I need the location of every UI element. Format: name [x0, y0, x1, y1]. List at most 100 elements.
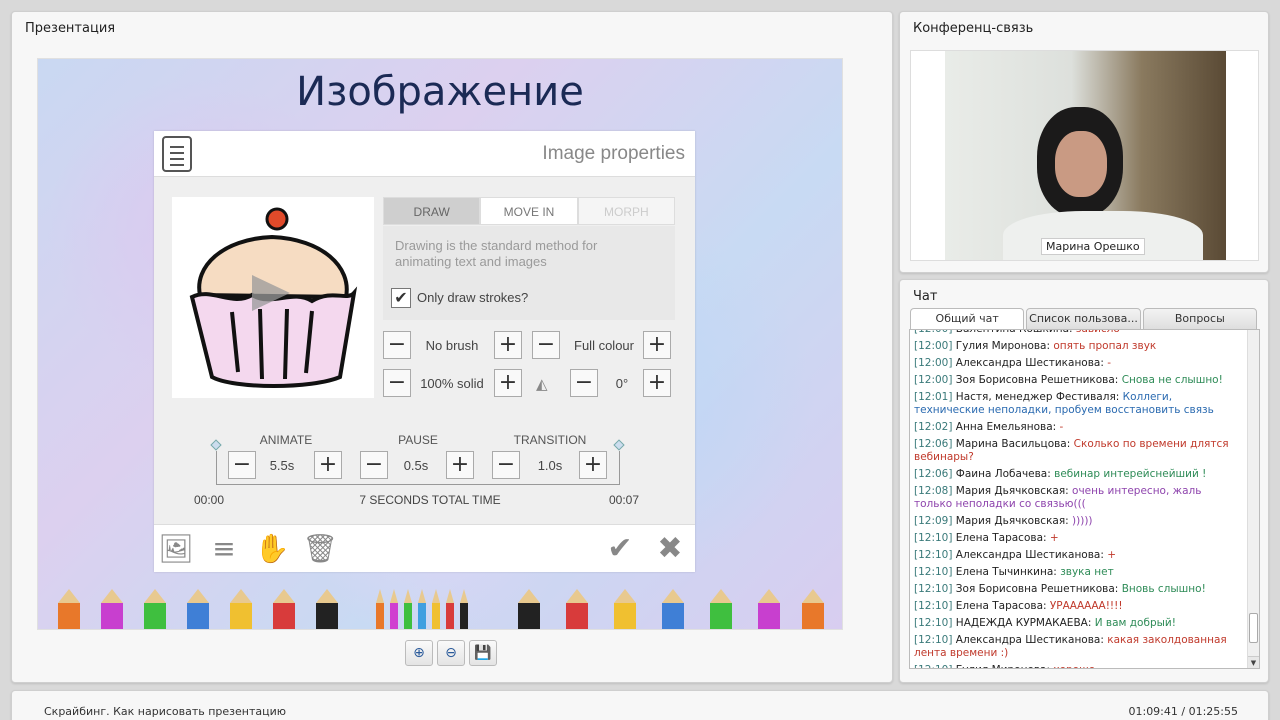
zoom-in-icon[interactable]: ⊕	[405, 640, 433, 666]
chat-message-text: )))))	[1072, 515, 1093, 527]
dialog-header: Image properties	[154, 131, 695, 177]
chat-message-time: [12:06]	[914, 438, 953, 450]
pencil-icon	[187, 589, 209, 629]
chat-message-time: [12:10]	[914, 566, 953, 578]
chat-message-time: [12:00]	[914, 329, 953, 335]
chat-messages[interactable]: [12:00] Валентина Кошкина: зависло [12:00…	[909, 329, 1260, 669]
pencil-icon	[710, 589, 732, 629]
close-icon[interactable]: ✖	[652, 531, 688, 567]
animate-value: 5.5s	[269, 458, 295, 473]
chat-message-author: НАДЕЖДА КУРМАКАЕВА:	[955, 617, 1092, 629]
pencil-icon	[566, 589, 588, 629]
pencil-icon	[404, 589, 412, 629]
brush-increase-button[interactable]: +	[494, 331, 522, 359]
opacity-label: 100% solid	[420, 376, 484, 391]
angle-increase-button[interactable]: +	[643, 369, 671, 397]
transition-decrease-button[interactable]: −	[492, 451, 520, 479]
presentation-panel: Презентация Изображение Image properties	[11, 11, 893, 683]
tab-user-list[interactable]: Список пользова...	[1026, 308, 1141, 330]
chat-message: [12:10] НАДЕЖДА КУРМАКАЕВА: И вам добрый…	[910, 615, 1246, 632]
mode-tabs: DRAW MOVE IN MORPH	[383, 197, 675, 225]
chat-panel-title: Чат	[913, 289, 938, 304]
tab-morph[interactable]: MORPH	[577, 197, 675, 225]
opacity-decrease-button[interactable]: −	[383, 369, 411, 397]
chat-message-text: опять пропал звук	[1053, 340, 1157, 352]
camera-name-label: Марина Орешко	[1041, 238, 1145, 255]
check-icon[interactable]: ✔	[602, 531, 638, 567]
only-draw-strokes-checkbox[interactable]: ✔	[391, 288, 411, 308]
chat-scrollbar-thumb[interactable]	[1249, 613, 1258, 643]
chat-panel: Чат Общий чат Список пользова... Вопросы…	[899, 279, 1269, 683]
tab-move-in[interactable]: MOVE IN	[480, 197, 578, 225]
save-icon[interactable]: 💾	[469, 640, 497, 666]
webinar-title: Скрайбинг. Как нарисовать презентацию	[44, 705, 287, 718]
trash-icon[interactable]: 🗑	[302, 531, 338, 567]
chat-message-time: [12:10]	[914, 600, 953, 612]
timeline-end-handle[interactable]	[613, 439, 625, 451]
pencil-icon	[432, 589, 440, 629]
pause-label: PAUSE	[398, 433, 438, 447]
chat-message: [12:10] Гулия Миронова: хорошо	[910, 662, 1246, 668]
opacity-increase-button[interactable]: +	[494, 369, 522, 397]
text-lines-icon[interactable]: ≡	[206, 531, 242, 567]
chat-message-time: [12:06]	[914, 468, 953, 480]
animate-increase-button[interactable]: +	[314, 451, 342, 479]
chat-message-time: [12:00]	[914, 340, 953, 352]
animate-decrease-button[interactable]: −	[228, 451, 256, 479]
conference-panel-title: Конференц-связь	[913, 21, 1034, 36]
chat-message-time: [12:10]	[914, 583, 953, 595]
chat-message: [12:00] Гулия Миронова: опять пропал зву…	[910, 338, 1246, 355]
slide-title: Изображение	[296, 69, 584, 115]
chat-message: [12:00] Валентина Кошкина: зависло	[910, 329, 1246, 338]
pencil-icon	[460, 589, 468, 629]
scroll-down-icon[interactable]: ▼	[1248, 656, 1259, 668]
tab-draw[interactable]: DRAW	[383, 197, 481, 225]
hand-icon[interactable]: ✋	[254, 531, 290, 567]
transition-label: TRANSITION	[513, 433, 587, 447]
brush-decrease-button[interactable]: −	[383, 331, 411, 359]
transition-increase-button[interactable]: +	[579, 451, 607, 479]
chat-message: [12:02] Анна Емельянова: -	[910, 419, 1246, 436]
tab-general-chat[interactable]: Общий чат	[910, 308, 1025, 330]
slide-toolbar: ⊕ ⊖ 💾	[405, 640, 497, 666]
transition-value: 1.0s	[537, 458, 563, 473]
chat-message-text: Снова не слышно!	[1121, 374, 1223, 386]
draw-settings-box: Drawing is the standard method for anima…	[383, 226, 675, 320]
pause-increase-button[interactable]: +	[446, 451, 474, 479]
zoom-out-icon[interactable]: ⊖	[437, 640, 465, 666]
chat-message: [12:08] Мария Дьячковская: очень интерес…	[910, 483, 1246, 513]
chat-message-author: Гулия Миронова:	[956, 664, 1050, 668]
colour-increase-button[interactable]: +	[643, 331, 671, 359]
pause-decrease-button[interactable]: −	[360, 451, 388, 479]
angle-decrease-button[interactable]: −	[570, 369, 598, 397]
chat-message-author: Зоя Борисовна Решетникова:	[955, 374, 1119, 386]
colour-decrease-button[interactable]: −	[532, 331, 560, 359]
pencil-icon	[316, 589, 338, 629]
angle-label: 0°	[615, 376, 629, 391]
chat-message: [12:00] Зоя Борисовна Решетникова: Снова…	[910, 372, 1246, 389]
playback-time: 01:09:41 / 01:25:55	[1128, 705, 1238, 718]
webcam-video[interactable]: Марина Орешко	[945, 51, 1226, 260]
chat-message-author: Мария Дьячковская:	[955, 515, 1069, 527]
chat-message-time: [12:08]	[914, 485, 953, 497]
image-properties-dialog: Image properties DRAW MOVE IN MORPH Draw…	[154, 131, 695, 572]
timeline-start-time: 00:00	[194, 493, 225, 507]
chat-tabs: Общий чат Список пользова... Вопросы	[910, 308, 1259, 330]
chat-message-author: Гулия Миронова:	[955, 340, 1051, 352]
chat-message-text: УРАААААА!!!!	[1049, 600, 1123, 612]
pencil-icon	[390, 589, 398, 629]
chat-message-author: Зоя Борисовна Решетникова:	[955, 583, 1119, 595]
chat-message-author: Фаина Лобачева:	[955, 468, 1051, 480]
pencil-icon	[273, 589, 295, 629]
chat-message: [12:09] Мария Дьячковская: )))))	[910, 513, 1246, 530]
document-icon[interactable]	[162, 136, 192, 172]
tab-questions[interactable]: Вопросы	[1142, 308, 1257, 330]
timeline-start-handle[interactable]	[210, 439, 222, 451]
image-icon[interactable]: 🖼	[158, 531, 194, 567]
chat-message-text: звука нет	[1060, 566, 1114, 578]
pencil-icon	[758, 589, 780, 629]
chat-message-time: [12:01]	[914, 391, 953, 403]
chat-scrollbar[interactable]: ▼	[1247, 330, 1259, 668]
pencil-icon	[376, 589, 384, 629]
timeline-total-time: 7 SECONDS TOTAL TIME	[359, 493, 501, 507]
